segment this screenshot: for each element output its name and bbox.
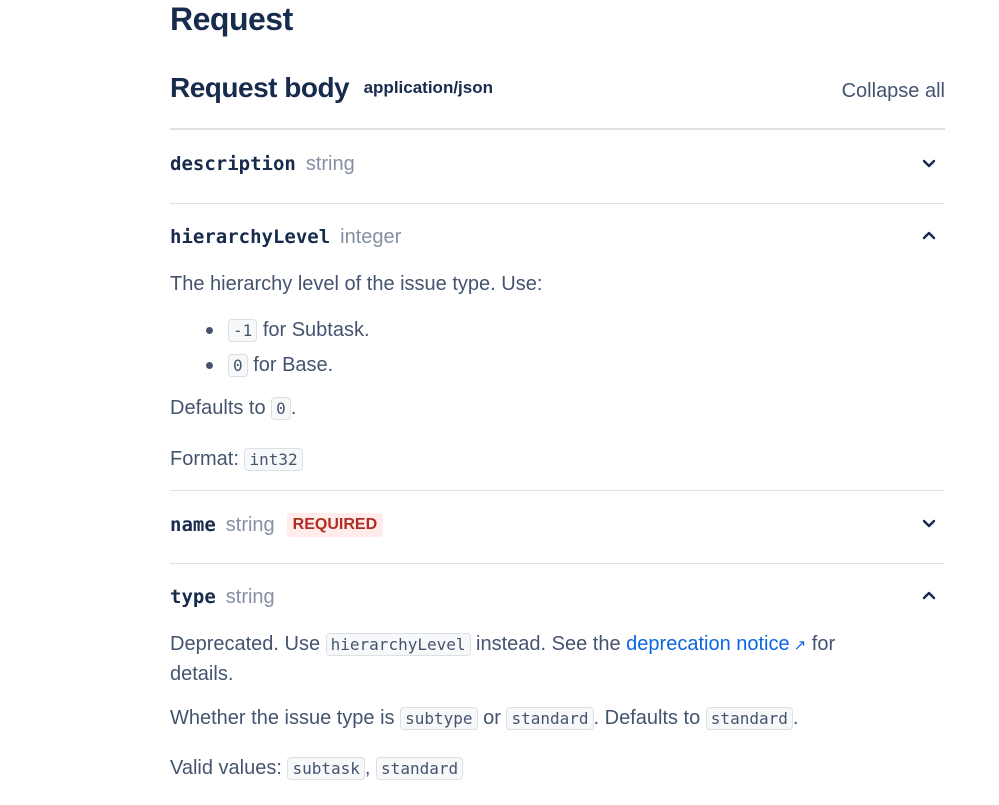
list-item-text: for Subtask. xyxy=(257,319,370,341)
param-name: type xyxy=(170,586,216,608)
list-item: 0 for Base. xyxy=(206,348,370,383)
param-name: hierarchyLevel xyxy=(170,226,331,248)
bullet-list: -1 for Subtask. 0 for Base. xyxy=(170,313,370,383)
link-text: deprecation notice xyxy=(626,633,790,655)
param-row-type[interactable]: type string xyxy=(170,586,945,616)
chevron-down-icon[interactable] xyxy=(921,515,937,531)
page-title: Request xyxy=(170,1,293,37)
inline-code: 0 xyxy=(271,397,291,420)
required-badge: REQUIRED xyxy=(286,513,384,537)
collapse-all-button[interactable]: Collapse all xyxy=(842,80,945,103)
chevron-up-icon[interactable] xyxy=(921,588,937,604)
whether-prefix: Whether the issue type is xyxy=(170,707,401,729)
whether-or: or xyxy=(477,707,507,729)
deprecated-prefix: Deprecated. Use xyxy=(170,633,326,655)
divider xyxy=(170,563,945,564)
divider xyxy=(170,128,945,130)
inline-code: standard xyxy=(705,707,793,730)
whether-end: . xyxy=(792,707,799,729)
bullet-icon xyxy=(206,362,213,369)
param-row-hierarchyLevel[interactable]: hierarchyLevel integer xyxy=(170,226,945,256)
request-body-header: Request body application/json Collapse a… xyxy=(170,72,945,108)
param-type: string xyxy=(225,586,275,608)
param-name: name xyxy=(170,514,216,536)
request-body-title: Request body xyxy=(170,72,350,103)
inline-code: 0 xyxy=(228,354,248,377)
whether-defaults: . Defaults to xyxy=(593,707,706,729)
inline-code: standard xyxy=(506,707,594,730)
chevron-up-icon[interactable] xyxy=(921,228,937,244)
param-description: The hierarchy level of the issue type. U… xyxy=(170,273,543,295)
defaults-suffix: . xyxy=(290,397,297,419)
defaults-text: Defaults to 0. xyxy=(170,394,945,423)
inline-code: hierarchyLevel xyxy=(325,633,471,656)
valid-prefix: Valid values: xyxy=(170,757,288,779)
bullet-icon xyxy=(206,327,213,334)
inline-code: subtask xyxy=(287,757,365,780)
content-type-label: application/json xyxy=(363,78,493,97)
valid-separator: , xyxy=(364,757,377,779)
deprecated-text: Deprecated. Use hierarchyLevel instead. … xyxy=(170,630,890,688)
list-item: -1 for Subtask. xyxy=(206,313,370,348)
inline-code: -1 xyxy=(228,319,258,342)
deprecation-notice-link[interactable]: deprecation notice ↗ xyxy=(626,633,806,655)
format-prefix: Format: xyxy=(170,448,245,470)
defaults-prefix: Defaults to xyxy=(170,397,272,419)
inline-code: int32 xyxy=(244,448,303,471)
param-type: string xyxy=(305,153,355,175)
list-item-text: for Base. xyxy=(247,354,334,376)
external-link-icon: ↗ xyxy=(793,637,807,654)
chevron-down-icon[interactable] xyxy=(921,155,937,171)
param-type: string xyxy=(225,514,275,536)
param-row-description[interactable]: description string xyxy=(170,153,945,183)
format-text: Format: int32 xyxy=(170,445,945,474)
param-row-name[interactable]: name string REQUIRED xyxy=(170,513,945,543)
param-name: description xyxy=(170,153,296,175)
divider xyxy=(170,203,945,204)
inline-code: subtype xyxy=(400,707,478,730)
deprecated-mid: instead. See the xyxy=(470,633,627,655)
param-type: integer xyxy=(340,226,402,248)
divider xyxy=(170,490,945,491)
inline-code: standard xyxy=(376,757,464,780)
valid-values-text: Valid values: subtask, standard xyxy=(170,754,945,783)
whether-text: Whether the issue type is subtype or sta… xyxy=(170,704,945,733)
